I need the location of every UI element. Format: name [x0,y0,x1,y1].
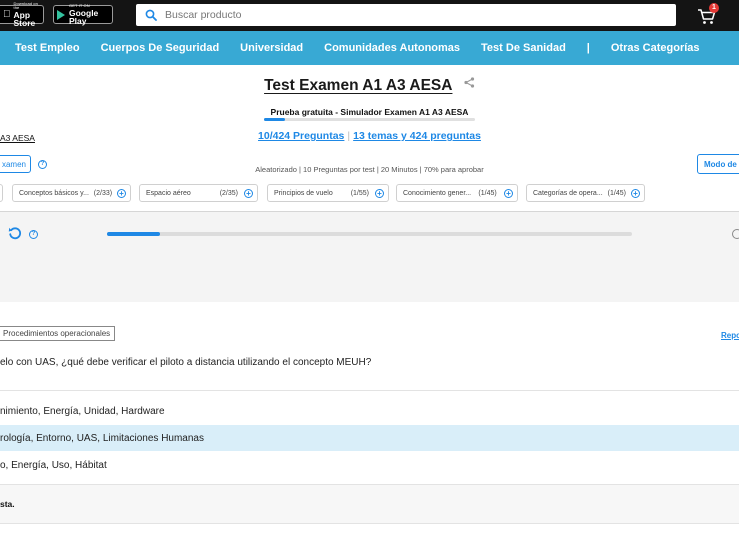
search-input[interactable] [162,5,676,25]
nav-item-otras-categorias[interactable]: Otras Categorías [611,42,700,54]
answer-option-selected[interactable]: rología, Entorno, UAS, Limitaciones Huma… [0,425,739,451]
category-nav: Test Empleo Cuerpos De Seguridad Univers… [0,31,739,65]
google-play-badge[interactable]: GET IT ON Google Play [53,3,113,25]
nav-item-universidad[interactable]: Universidad [240,42,303,54]
report-link[interactable]: Repo [721,331,739,340]
add-topic-icon[interactable]: + [630,188,640,198]
search-icon[interactable] [140,4,162,26]
topic-chip[interactable]: Conocimiento gener... (1/45) + [396,184,518,202]
nav-item-cuerpos-de-seguridad[interactable]: Cuerpos De Seguridad [101,42,220,54]
topic-chip[interactable]: Categorías de opera... (1/45) + [526,184,645,202]
add-topic-icon[interactable]: + [244,188,253,198]
answer-option[interactable]: o, Energía, Uso, Hábitat [0,452,739,478]
answer-label: sta. [0,499,15,509]
restart-icon[interactable] [8,226,22,245]
questions-link[interactable]: 10/424 Preguntas [258,130,344,142]
cart-count-badge: 1 [709,3,719,13]
topic-chip[interactable]: Conceptos básicos y... (2/33) + [12,184,131,202]
apple-icon:  [3,9,11,20]
answer-option[interactable]: nimiento, Energía, Unidad, Hardware [0,398,739,424]
cart-button[interactable]: 1 [697,3,721,26]
test-config-info: Aleatorizado | 10 Preguntas por test | 2… [255,165,484,174]
page-subtitle: Prueba gratuita - Simulador Examen A1 A3… [270,107,469,117]
timer-ring-icon [732,229,739,239]
links-separator: | [347,130,351,142]
header-progress-bar [264,118,475,121]
question-count-links: 10/424 Preguntas | 13 temas y 424 pregunta… [0,130,739,142]
question-text: elo con UAS, ¿qué debe verificar el pilo… [0,357,372,368]
add-topic-icon[interactable]: + [504,188,513,198]
topic-chip[interactable]: Principios de vuelo (1/55) + [267,184,389,202]
topic-chip-partial[interactable] [0,184,3,202]
topic-chip[interactable]: Espacio aéreo (2/35) + [139,184,258,202]
progress-help-icon[interactable]: ? [29,230,38,239]
answer-feedback-bar: sta. [0,485,739,523]
google-play-icon [57,9,65,20]
add-topic-icon[interactable]: + [375,188,384,198]
share-icon[interactable] [464,75,475,93]
nav-item-test-empleo[interactable]: Test Empleo [15,42,80,54]
test-progress-fill [107,232,160,236]
page-title: Test Examen A1 A3 AESA [264,77,453,95]
test-progress-bar [107,232,632,236]
question-topic-tag: Procedimientos operacionales [0,326,116,341]
study-mode-button[interactable]: Modo de [697,154,739,174]
question-card: Procedimientos operacionales Repo elo co… [0,302,739,541]
header-progress-fill [264,118,286,121]
topics-link[interactable]: 13 temas y 424 preguntas [353,130,481,142]
search-bar [136,4,676,26]
nav-separator: | [586,42,590,54]
test-header-panel: Test Examen A1 A3 AESA Prueba gratuita -… [0,65,739,212]
app-store-badge[interactable]:  Download on the App Store [0,1,44,27]
nav-item-comunidades-autonomas[interactable]: Comunidades Autonomas [324,42,460,54]
nav-item-test-de-sanidad[interactable]: Test De Sanidad [481,42,566,54]
test-progress-row: ? [0,212,739,302]
divider [0,390,739,391]
add-topic-icon[interactable]: + [116,188,126,198]
top-bar:  Download on the App Store GET IT ON Go… [0,0,739,31]
divider [0,523,739,524]
